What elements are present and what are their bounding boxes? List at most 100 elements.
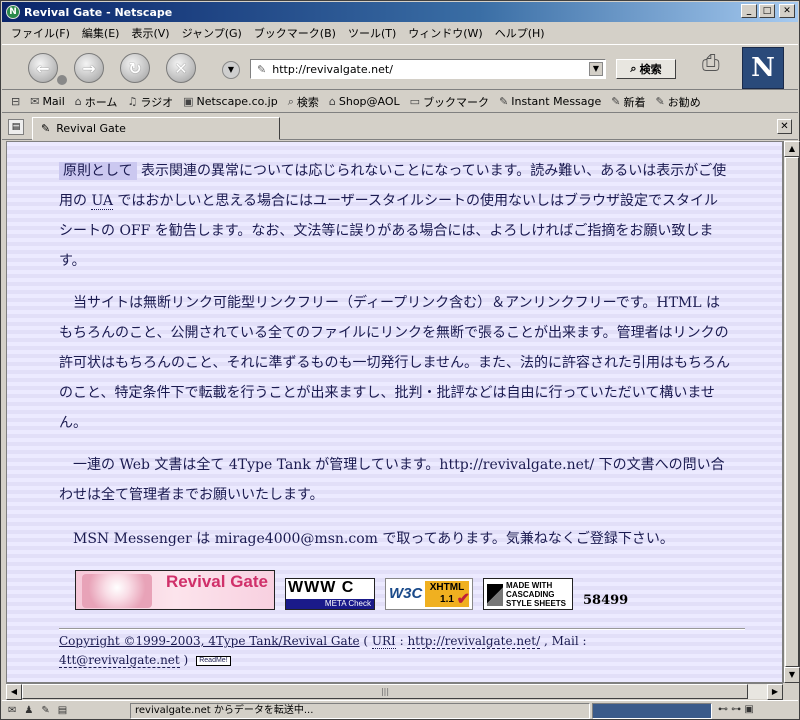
navigation-toolbar: ← → ↻ ✕ ▼ ✎ http://revivalgate.net/ ▼ ⌕ … [2, 44, 798, 90]
status-message: revivalgate.net からデータを転送中... [130, 703, 590, 719]
menu-tools[interactable]: ツール(T) [342, 25, 402, 41]
stop-button[interactable]: ✕ [166, 53, 196, 83]
pbar-item-shop[interactable]: ⌂ Shop@AOL [324, 95, 405, 108]
badge-text: WWW C [288, 579, 355, 596]
pbar-item-netscape[interactable]: ▣ Netscape.co.jp [178, 95, 283, 108]
w3c-xhtml-badge[interactable]: W3C XHTML 1.1 ✔ [385, 578, 473, 610]
horizontal-scroll-thumb[interactable]: ||| [22, 684, 748, 699]
scroll-right-icon[interactable]: ▶ [767, 684, 783, 700]
readme-badge[interactable]: ReadMe! [196, 655, 231, 666]
vertical-scroll-thumb[interactable] [785, 157, 799, 667]
security-lock-icon[interactable]: ⊷ ⊶ ▣ [718, 704, 754, 715]
title-bar[interactable]: N Revival Gate - Netscape _ □ ✕ [2, 2, 798, 22]
print-icon[interactable]: ⎙ [702, 51, 720, 76]
horizontal-scrollbar[interactable]: ◀ ||| ▶ [6, 683, 783, 700]
pbar-item-im[interactable]: ✎ Instant Message [494, 95, 606, 108]
minimize-button[interactable]: _ [741, 4, 757, 18]
check-icon: ✔ [456, 591, 470, 608]
tab-strip: ▤ ✎ Revival Gate ✕ [2, 114, 798, 140]
menu-help[interactable]: ヘルプ(H) [489, 25, 551, 41]
url-text: http://revivalgate.net/ [272, 62, 393, 76]
pbar-label: Netscape.co.jp [196, 95, 278, 108]
pbar-item-home[interactable]: ⌂ ホーム [70, 94, 123, 110]
maximize-button[interactable]: □ [759, 4, 775, 18]
badge-text: MADE WITH CASCADING STYLE SHEETS [506, 581, 567, 608]
banner-title: Revival Gate [165, 572, 268, 591]
pbar-item-search[interactable]: ⌕ 検索 [283, 94, 324, 110]
browser-window: N Revival Gate - Netscape _ □ ✕ ファイル(F) … [0, 0, 800, 720]
status-address-book-icon[interactable]: ▤ [58, 705, 67, 716]
search-icon: ⌕ [630, 62, 637, 75]
pbar-label: Shop@AOL [338, 95, 400, 108]
link-icon: ✎ [655, 95, 665, 108]
css-badge-icon [487, 584, 503, 606]
back-button[interactable]: ← [28, 53, 58, 83]
radio-icon: ♫ [127, 95, 138, 108]
revival-gate-banner[interactable]: Revival Gate [75, 570, 275, 610]
status-composer-icon[interactable]: ✎ [41, 705, 49, 716]
uri-link[interactable]: http://revivalgate.net/ [407, 634, 541, 649]
forward-button[interactable]: → [74, 53, 104, 83]
menu-view[interactable]: 表示(V) [125, 25, 175, 41]
mail-link[interactable]: 4tt@revivalgate.net [59, 653, 180, 668]
footer: Copyright ©1999-2003, 4Type Tank/Revival… [59, 634, 587, 668]
scroll-down-icon[interactable]: ▼ [784, 667, 800, 683]
page-content: 原則として 表示関連の異常については応じられないことになっています。読み難い、あ… [6, 141, 783, 683]
forward-arrow-icon: → [82, 58, 96, 78]
netscape-logo[interactable]: N [742, 47, 784, 89]
close-button[interactable]: ✕ [779, 4, 795, 18]
menu-file[interactable]: ファイル(F) [5, 25, 76, 41]
www-meta-check-badge[interactable]: WWW C META Check [285, 578, 375, 610]
menu-bar: ファイル(F) 編集(E) 表示(V) ジャンプ(G) ブックマーク(B) ツー… [5, 23, 551, 43]
link-policy-paragraph: 当サイトは無断リンク可能型リンクフリー（ディープリンク含む）＆アンリンクフリーで… [59, 295, 731, 431]
search-button-label: 検索 [639, 63, 662, 76]
pbar-item-bookmarks[interactable]: ▭ ブックマーク [405, 94, 494, 110]
uri-abbreviation: URI [371, 634, 396, 649]
scroll-left-icon[interactable]: ◀ [6, 684, 22, 700]
menu-bookmarks[interactable]: ブックマーク(B) [248, 25, 342, 41]
pbar-item-recommend[interactable]: ✎ お勧め [651, 94, 706, 110]
scroll-up-icon[interactable]: ▲ [784, 141, 800, 157]
menu-edit[interactable]: 編集(E) [76, 25, 126, 41]
url-input[interactable]: ✎ http://revivalgate.net/ ▼ [250, 59, 606, 79]
css-badge[interactable]: MADE WITH CASCADING STYLE SHEETS [483, 578, 573, 610]
access-counter: 58499 [583, 593, 629, 608]
status-im-icon[interactable]: ♟ [24, 705, 33, 716]
personal-toolbar: ⊟ ✉ Mail ⌂ ホーム ♫ ラジオ ▣ Netscape.co.jp ⌕ 検索 ⌂ S… [2, 91, 798, 113]
back-arrow-icon: ← [36, 58, 50, 78]
window-title: Revival Gate - Netscape [24, 5, 173, 19]
messenger-paragraph: MSN Messenger は mirage4000@msn.com で取ってあ… [59, 531, 674, 547]
home-tab-icon: ⊟ [11, 95, 21, 108]
tab-revival-gate[interactable]: ✎ Revival Gate [32, 117, 280, 140]
pbar-label: ブックマーク [423, 95, 490, 109]
vertical-scrollbar[interactable]: ▲ ▼ [783, 141, 800, 683]
link-icon: ✎ [611, 95, 621, 108]
reload-button[interactable]: ↻ [120, 53, 150, 83]
page-link-icon[interactable]: ✎ [257, 63, 266, 76]
badge-text: META Check [286, 599, 374, 609]
menu-window[interactable]: ウィンドウ(W) [402, 25, 488, 41]
close-tab-icon[interactable]: ✕ [777, 119, 792, 134]
stop-icon: ✕ [174, 58, 188, 78]
toolbar-grippy[interactable]: ⊟ [6, 95, 25, 108]
status-mail-icon[interactable]: ✉ [8, 705, 16, 716]
search-button[interactable]: ⌕ 検索 [616, 59, 676, 79]
pbar-label: ホーム [84, 95, 118, 109]
pbar-item-new[interactable]: ✎ 新着 [606, 94, 650, 110]
search-icon: ⌕ [287, 94, 294, 108]
menu-go[interactable]: ジャンプ(G) [176, 25, 248, 41]
pbar-item-radio[interactable]: ♫ ラジオ [122, 94, 178, 110]
sidebar-toggle-icon[interactable]: ▤ [8, 119, 24, 135]
window-controls: _ □ ✕ [741, 4, 795, 18]
url-history-dropdown-icon[interactable]: ▼ [222, 61, 240, 79]
pbar-item-mail[interactable]: ✉ Mail [25, 95, 70, 108]
pbar-label: Mail [42, 95, 65, 108]
pbar-label: お勧め [667, 95, 701, 109]
pbar-label: Instant Message [511, 95, 602, 108]
url-dropdown-icon[interactable]: ▼ [589, 62, 603, 76]
ua-abbreviation: UA [91, 193, 113, 210]
back-history-dropdown-icon[interactable] [57, 75, 67, 85]
folder-icon: ▭ [409, 95, 421, 108]
contact-paragraph: 一連の Web 文書は全て 4Type Tank が管理しています。http:/… [59, 457, 725, 503]
divider [59, 628, 745, 630]
